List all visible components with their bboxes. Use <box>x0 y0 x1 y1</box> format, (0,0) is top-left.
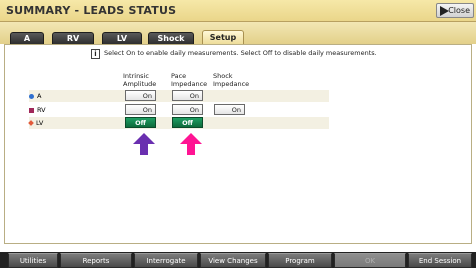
bottom-command-bar: Utilities Reports Interrogate View Chang… <box>0 252 476 268</box>
view-changes-button[interactable]: View Changes <box>200 253 266 268</box>
interrogate-button[interactable]: Interrogate <box>134 253 198 268</box>
tab-a[interactable]: A <box>10 32 44 44</box>
col-header-shock-impedance: Shock Impedance <box>213 72 250 88</box>
close-button[interactable]: Close <box>436 3 474 18</box>
ok-button[interactable]: OK <box>334 253 406 268</box>
lead-rv-square-icon <box>29 107 34 113</box>
close-icon <box>440 6 449 16</box>
lead-label-rv: RV <box>29 106 46 114</box>
purple-up-arrow-icon <box>133 133 155 155</box>
tab-shock-label: Shock <box>157 34 185 43</box>
toggle-lv-intrinsic[interactable]: Off <box>125 117 156 128</box>
tab-a-label: A <box>23 34 31 43</box>
tab-rv-label: RV <box>66 34 80 43</box>
col-header-shock-line2: Impedance <box>213 79 250 88</box>
end-session-button[interactable]: End Session <box>408 253 472 268</box>
lead-a-text: A <box>37 92 42 100</box>
lead-label-a: A <box>29 92 41 100</box>
close-button-label: Close <box>448 6 470 15</box>
tab-rv[interactable]: RV <box>52 32 94 44</box>
lead-row-a: A On On <box>29 90 329 102</box>
toggle-a-intrinsic[interactable]: On <box>125 90 156 101</box>
tab-lv-label: LV <box>116 34 128 43</box>
info-icon: i <box>91 49 100 59</box>
col-header-intrinsic-amplitude: Intrinsic Amplitude <box>123 72 157 88</box>
lead-a-dot-icon <box>29 93 34 99</box>
toggle-rv-pace[interactable]: On <box>172 104 203 115</box>
lead-row-lv: LV Off Off <box>28 117 329 129</box>
pink-up-arrow-icon <box>180 133 202 155</box>
tab-lv[interactable]: LV <box>102 32 142 44</box>
tab-setup[interactable]: Setup <box>202 30 244 44</box>
tab-setup-label: Setup <box>209 33 237 42</box>
utilities-button[interactable]: Utilities <box>8 253 58 268</box>
lead-rv-text: RV <box>37 106 46 114</box>
col-header-pace-impedance: Pace Impedance <box>171 72 208 88</box>
program-button[interactable]: Program <box>268 253 332 268</box>
col-header-intrinsic-line2: Amplitude <box>123 79 157 88</box>
summary-leads-status-screen: SUMMARY - LEADS STATUS Close A RV LV Sho… <box>0 0 476 268</box>
title-bar: SUMMARY - LEADS STATUS Close <box>0 0 476 22</box>
tab-strip: A RV LV Shock Setup <box>0 22 476 44</box>
reports-button[interactable]: Reports <box>60 253 132 268</box>
lead-label-lv: LV <box>28 119 44 127</box>
toggle-lv-pace[interactable]: Off <box>172 117 203 128</box>
tab-shock[interactable]: Shock <box>148 32 194 44</box>
toggle-rv-intrinsic[interactable]: On <box>125 104 156 115</box>
toggle-rv-shock[interactable]: On <box>214 104 245 115</box>
lead-lv-diamond-icon <box>28 120 34 126</box>
lead-row-rv: RV On On On <box>29 104 329 116</box>
toggle-a-pace[interactable]: On <box>172 90 203 101</box>
page-title: SUMMARY - LEADS STATUS <box>6 4 177 17</box>
col-header-pace-line2: Impedance <box>171 79 208 88</box>
setup-panel: i Select On to enable daily measurements… <box>4 44 472 244</box>
info-text: Select On to enable daily measurements. … <box>104 49 377 57</box>
lead-lv-text: LV <box>36 119 44 127</box>
